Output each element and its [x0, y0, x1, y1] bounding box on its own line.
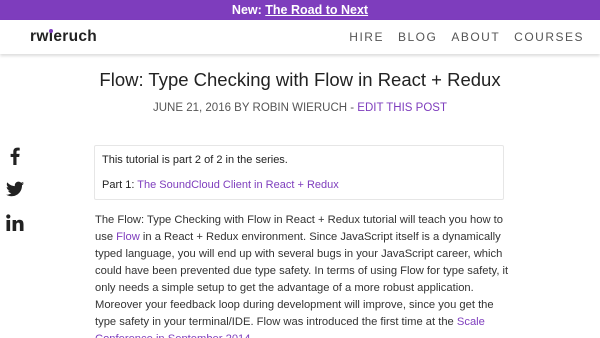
nav-hire[interactable]: HIRE — [349, 30, 384, 44]
series-intro: This tutorial is part 2 of 2 in the seri… — [102, 154, 288, 166]
nav-courses[interactable]: COURSES — [514, 30, 584, 44]
paragraph-text-2: in a React + Redux environment. Since Ja… — [95, 231, 509, 328]
main-nav: HIRE BLOG ABOUT COURSES — [349, 30, 584, 44]
flow-link[interactable]: Flow — [116, 231, 140, 243]
top-navbar: rwieruch HIRE BLOG ABOUT COURSES — [0, 20, 600, 54]
facebook-icon[interactable] — [4, 145, 26, 167]
announcement-link[interactable]: The Road to Next — [265, 3, 368, 17]
nav-about[interactable]: ABOUT — [451, 30, 500, 44]
series-part-prefix: Part 1: — [102, 179, 135, 191]
announcement-bar: New: The Road to Next — [0, 0, 600, 20]
site-logo[interactable]: rwieruch — [30, 28, 97, 46]
article-body: The Flow: Type Checking with Flow in Rea… — [95, 212, 515, 338]
twitter-icon[interactable] — [4, 178, 26, 200]
series-box: This tutorial is part 2 of 2 in the seri… — [94, 145, 504, 200]
linkedin-icon[interactable] — [4, 212, 26, 234]
nav-blog[interactable]: BLOG — [398, 30, 437, 44]
article-title: Flow: Type Checking with Flow in React +… — [99, 69, 501, 90]
logo-letter-i: i — [48, 28, 54, 45]
article-meta: JUNE 21, 2016 BY ROBIN WIERUCH - EDIT TH… — [0, 102, 600, 114]
logo-text-start: rw — [30, 28, 49, 45]
logo-text-end: eruch — [53, 28, 98, 45]
date-author: JUNE 21, 2016 BY ROBIN WIERUCH - — [153, 102, 355, 114]
series-part-link[interactable]: The SoundCloud Client in React + Redux — [137, 179, 338, 191]
announcement-prefix: New: — [231, 3, 262, 17]
edit-post-link[interactable]: EDIT THIS POST — [357, 102, 447, 114]
